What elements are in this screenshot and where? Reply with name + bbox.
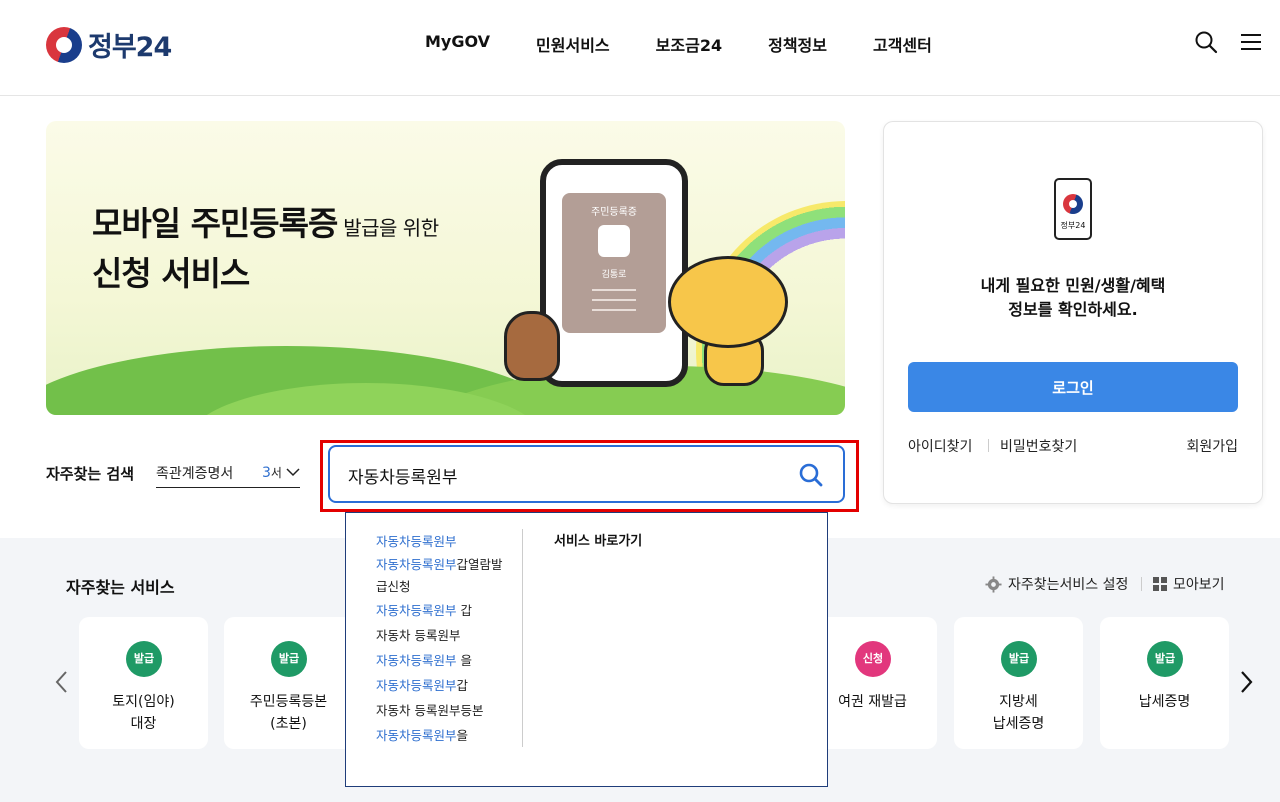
main-nav: MyGOV 민원서비스 보조금24 정책정보 고객센터: [425, 32, 932, 56]
rest-text: 갑: [456, 603, 472, 618]
login-message: 내게 필요한 민원/생활/혜택 정보를 확인하세요.: [884, 274, 1262, 322]
apply-badge: 신청: [855, 641, 891, 677]
promo-banner[interactable]: 모바일 주민등록증 발급을 위한 신청 서비스 주민등록증 김통로: [46, 121, 845, 415]
autocomplete-item[interactable]: 자동차등록원부갑열람발급신청: [376, 554, 512, 598]
taegeuk-icon: [1063, 194, 1083, 214]
gov24-app-icon: 정부24: [1054, 178, 1092, 240]
login-message-line2: 정보를 확인하세요.: [1008, 300, 1138, 319]
divider: [988, 439, 989, 452]
search-icon[interactable]: [798, 462, 824, 488]
issue-badge: 발급: [126, 641, 162, 677]
find-id-link[interactable]: 아이디찾기: [908, 436, 972, 456]
id-avatar-icon: [598, 225, 630, 257]
id-card-line: [592, 299, 636, 301]
rest-text: 자동차 등록원부: [376, 628, 461, 643]
logo-text: 정부24: [88, 32, 172, 63]
frequent-search-label: 자주찾는 검색: [46, 465, 135, 483]
nav-subsidy[interactable]: 보조금24: [656, 32, 722, 56]
match-text: 자동차등록원부: [376, 557, 457, 572]
taegeuk-icon: [46, 26, 82, 63]
section-title: 자주찾는 서비스: [66, 578, 175, 597]
rest-text: 갑: [456, 678, 469, 693]
owl-character: [504, 311, 560, 381]
search-icon[interactable]: [1194, 30, 1218, 54]
autocomplete-item[interactable]: 자동차등록원부을: [376, 723, 512, 748]
search-box: [328, 445, 845, 503]
find-password-link[interactable]: 비밀번호찾기: [1000, 436, 1077, 456]
login-button[interactable]: 로그인: [908, 362, 1238, 412]
service-card[interactable]: 발급 주민등록등본 (초본): [224, 617, 353, 749]
service-card[interactable]: 발급 지방세 납세증명: [954, 617, 1083, 749]
service-card[interactable]: 발급 토지(임야) 대장: [79, 617, 208, 749]
cat-character: [668, 256, 788, 348]
autocomplete-dropdown: 자동차등록원부 자동차등록원부갑열람발급신청 자동차등록원부 갑 자동차 등록원…: [345, 512, 828, 787]
view-all-label: 모아보기: [1173, 577, 1225, 593]
service-card-label: 토지(임야) 대장: [112, 694, 175, 732]
divider: [522, 529, 523, 747]
menu-icon[interactable]: [1240, 33, 1262, 51]
match-text: 자동차등록원부: [376, 603, 457, 618]
service-card-label: 납세증명: [1138, 694, 1191, 710]
grid-icon: [1153, 577, 1167, 591]
chevron-left-icon[interactable]: [52, 668, 72, 696]
banner-title: 모바일 주민등록증 발급을 위한 신청 서비스: [92, 201, 439, 297]
id-card-name: 김통로: [601, 270, 627, 280]
rest-text: 을: [456, 728, 469, 743]
id-card-title: 주민등록증: [591, 207, 637, 218]
id-card-line: [592, 289, 636, 291]
chevron-right-icon[interactable]: [1237, 668, 1257, 696]
banner-title-suffix: 발급을 위한: [337, 216, 439, 240]
issue-badge: 발급: [1147, 641, 1183, 677]
divider: [1141, 577, 1142, 591]
nav-customer-center[interactable]: 고객센터: [873, 32, 932, 56]
site-logo[interactable]: 정부24: [46, 25, 172, 64]
rest-text: 자동차 등록원부등본: [376, 703, 484, 718]
autocomplete-item[interactable]: 자동차등록원부: [376, 529, 512, 554]
app-label: 정부24: [1060, 221, 1086, 230]
search-input[interactable]: [348, 462, 768, 488]
login-card: 정부24 내게 필요한 민원/생활/혜택 정보를 확인하세요. 로그인 아이디찾…: [883, 121, 1263, 504]
banner-title-main: 모바일 주민등록증: [92, 204, 338, 243]
frequent-search-index-number: 3: [262, 465, 271, 481]
service-shortcut-heading: 서비스 바로가기: [554, 534, 643, 549]
services-settings-link[interactable]: 자주찾는서비스 설정: [985, 574, 1128, 594]
site-header: 정부24 MyGOV 민원서비스 보조금24 정책정보 고객센터: [0, 0, 1280, 96]
autocomplete-list: 자동차등록원부 자동차등록원부갑열람발급신청 자동차등록원부 갑 자동차 등록원…: [376, 529, 512, 748]
autocomplete-item[interactable]: 자동차등록원부 갑: [376, 598, 512, 623]
login-message-line1: 내게 필요한 민원/생활/혜택: [980, 276, 1166, 295]
banner-title-line2: 신청 서비스: [92, 254, 250, 293]
view-all-link[interactable]: 모아보기: [1153, 574, 1225, 594]
issue-badge: 발급: [1001, 641, 1037, 677]
frequent-search-index: 3서: [262, 464, 282, 481]
autocomplete-item[interactable]: 자동차 등록원부: [376, 623, 512, 648]
autocomplete-item[interactable]: 자동차등록원부 을: [376, 648, 512, 673]
match-text: 자동차등록원부: [376, 728, 457, 743]
nav-civil-service[interactable]: 민원서비스: [536, 32, 610, 56]
phone-illustration: 주민등록증 김통로: [540, 159, 688, 387]
match-text: 자동차등록원부: [376, 534, 457, 549]
nav-policy-info[interactable]: 정책정보: [768, 32, 827, 56]
id-card-illustration: 주민등록증 김통로: [562, 193, 666, 333]
gear-icon: [985, 575, 1002, 593]
rest-text: 을: [456, 653, 472, 668]
match-text: 자동차등록원부: [376, 653, 457, 668]
service-card[interactable]: 발급 납세증명: [1100, 617, 1229, 749]
autocomplete-item[interactable]: 자동차 등록원부등본: [376, 698, 512, 723]
service-card-label: 지방세 납세증명: [992, 694, 1045, 732]
id-card-line: [592, 309, 636, 311]
chevron-down-icon[interactable]: [286, 467, 300, 477]
nav-mygov[interactable]: MyGOV: [425, 32, 490, 56]
issue-badge: 발급: [271, 641, 307, 677]
autocomplete-item[interactable]: 자동차등록원부갑: [376, 673, 512, 698]
service-card-label: 주민등록등본 (초본): [249, 694, 328, 732]
match-text: 자동차등록원부: [376, 678, 457, 693]
signup-link[interactable]: 회원가입: [1186, 436, 1238, 456]
frequent-search-index-suffix: 서: [270, 466, 282, 480]
services-settings-label: 자주찾는서비스 설정: [1008, 577, 1129, 593]
